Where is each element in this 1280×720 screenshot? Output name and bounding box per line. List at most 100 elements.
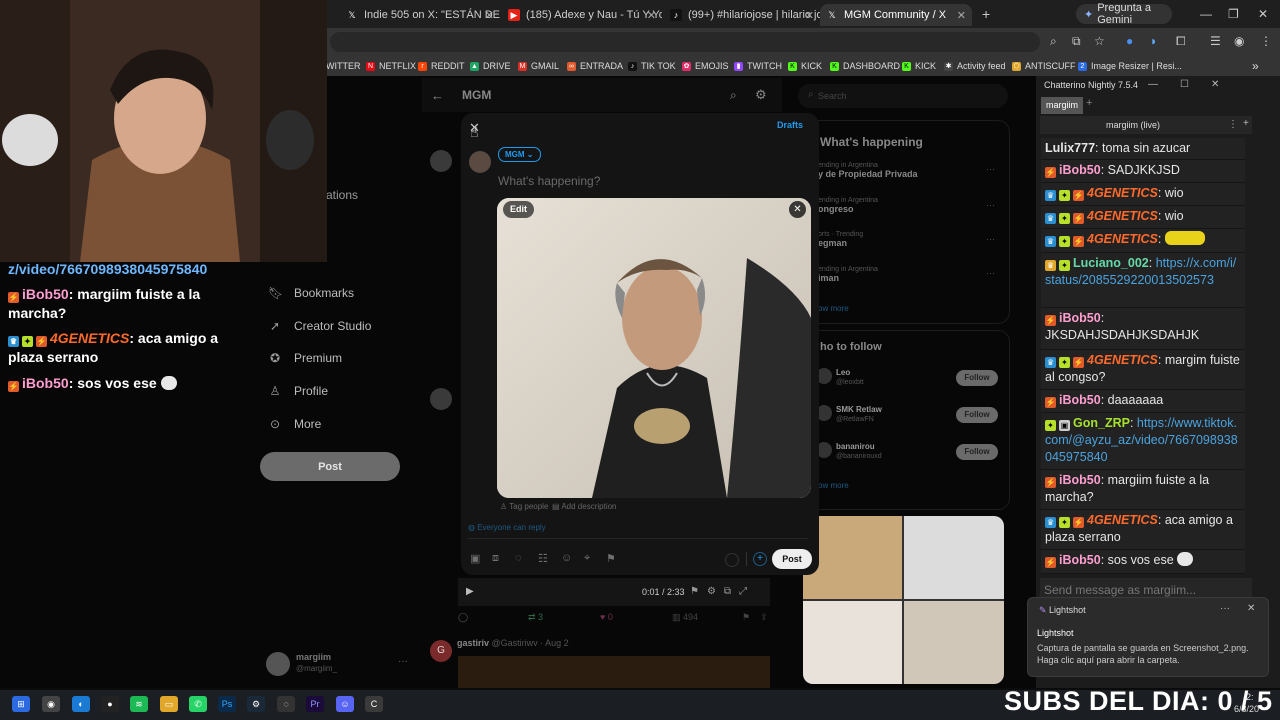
follow-button[interactable]: Follow [956,444,998,460]
post-author[interactable]: gastiriv @Gastiriwv · Aug 2 [457,638,569,648]
chatterino-tab[interactable]: margiim [1041,97,1084,114]
address-bar[interactable] [330,32,1040,52]
reply-setting[interactable]: ◍ Everyone can reply [468,523,546,532]
grok-icon[interactable]: ◌ [515,552,522,564]
bookmark-item[interactable]: ▲ DRIVE [470,58,511,74]
profile-icon[interactable]: ◉ [1234,34,1244,48]
bookmark-item[interactable]: 2 Image Resizer | Resi... [1078,58,1182,74]
bookmark-item[interactable]: WITTER [326,58,361,74]
file-explorer-icon[interactable]: ▭ [160,696,178,712]
trend-more-icon[interactable]: ··· [986,268,995,278]
edge-icon[interactable]: ◐ [72,696,90,712]
nav-item-premium[interactable]: ✪ Premium [268,347,342,369]
bookmark-item[interactable]: ✱ Activity feed [944,58,1006,74]
close-tab-icon[interactable]: ✕ [957,9,966,22]
toast-close-icon[interactable]: ✕ [1247,603,1255,614]
show-more-link[interactable]: ow more [818,304,849,313]
emoji-icon[interactable]: ☺ [561,552,572,564]
media-thumbnail[interactable] [904,516,1004,599]
steam-icon[interactable]: ⚙ [247,696,265,712]
windows-start-icon[interactable]: ⊞ [12,696,30,712]
media-thumbnail[interactable] [904,601,1004,684]
image-icon[interactable]: ▣ [470,552,480,565]
browser-tab[interactable]: ▶(185) Adexe y Nau - Tú Y Yo (Vi✕ [502,4,662,26]
search-icon[interactable]: ⌕ [730,88,737,103]
audio-extension-icon[interactable]: ◗ [1150,34,1157,48]
reply-icon[interactable]: ◯ [458,612,468,623]
spotify-icon[interactable]: ≋ [130,696,148,712]
bookmark-item[interactable]: r REDDIT [418,58,465,74]
premiere-icon[interactable]: Pr [306,696,324,712]
post-button[interactable]: Post [772,549,812,569]
nav-item-bookmarks[interactable]: 🔖︎ Bookmarks [268,282,354,304]
like-count[interactable]: ♥ 0 [600,612,613,622]
schedule-icon[interactable]: ⚑ [606,552,616,565]
extension-icon[interactable]: ● [1126,34,1133,48]
nav-item-creator-studio[interactable]: ➚ Creator Studio [268,315,371,337]
bookmark-item[interactable]: M GMAIL [518,58,559,74]
post-media[interactable] [458,656,770,688]
media-thumbnail[interactable] [803,601,902,684]
poll-icon[interactable]: ☷ [538,552,548,565]
media-grid[interactable] [803,516,1004,684]
show-more-link[interactable]: ow more [818,481,849,490]
chatterino-window-controls[interactable]: —☐✕ [1148,79,1241,90]
post-actions[interactable]: ⚑⇪ [742,612,778,623]
more-bookmarks-icon[interactable]: » [1252,58,1259,74]
audience-selector[interactable]: MGM ⌄ [498,147,541,162]
bookmark-item[interactable]: K DASHBOARD [830,58,900,74]
location-icon[interactable]: ⌖ [584,552,590,565]
bookmark-item[interactable]: ▮ TWITCH [734,58,782,74]
zoom-icon[interactable]: ⌕ [1050,34,1057,49]
nav-item-partial[interactable]: ations [326,188,358,202]
tab-search-icon[interactable]: ☰ [1210,34,1221,48]
notification-toast[interactable]: ✎ Lightshot ··· ✕ Lightshot Captura de p… [1027,597,1269,677]
photoshop-icon[interactable]: Ps [218,696,236,712]
repost-count[interactable]: ⇄ 3 [528,612,543,623]
bookmark-item[interactable]: ∞ ENTRADA [567,58,623,74]
follow-button[interactable]: Follow [956,407,998,423]
close-tab-icon[interactable]: ✕ [647,9,656,22]
edit-media-button[interactable]: Edit [503,201,534,218]
trend-item[interactable]: orts · Trending egman [818,231,863,248]
trend-item[interactable]: ending in Argentina ongreso [818,197,878,214]
gif-icon[interactable]: ⧈ [492,552,499,565]
minimize-icon[interactable]: — [1200,7,1212,21]
trend-more-icon[interactable]: ··· [986,200,995,210]
attached-video-preview[interactable]: Edit ✕ [497,198,811,498]
menu-kebab-icon[interactable]: ⋮ [1260,34,1272,48]
drafts-button[interactable]: Drafts [777,120,803,130]
bookmark-star-icon[interactable]: ☆ [1094,34,1105,48]
split-add-icon[interactable]: + [1243,118,1249,129]
add-tab-icon[interactable]: + [1086,97,1092,109]
browser-tab-active[interactable]: 𝕏 MGM Community / X ✕ [820,4,972,26]
settings-gear-icon[interactable]: ⚙ [755,87,767,103]
add-description-button[interactable]: ▤ Add description [552,502,617,511]
restore-icon[interactable]: ❐ [1228,7,1239,21]
trend-item[interactable]: ending in Argentina iman [818,266,878,283]
obs-icon[interactable]: ● [101,696,119,712]
add-post-icon[interactable]: + [753,552,767,566]
bookmark-item[interactable]: N NETFLIX [366,58,416,74]
trend-more-icon[interactable]: ··· [986,164,995,174]
chrome-icon[interactable]: ◉ [42,696,60,712]
nav-item-profile[interactable]: ♙ Profile [268,380,328,402]
app-icon[interactable]: ◌ [277,696,295,712]
gemini-button[interactable]: ✦ Pregunta a Gemini [1076,2,1172,26]
browser-tab[interactable]: ♪(99+) #hilariojose | hilario jose |✕ [664,4,820,26]
bookmark-item[interactable]: K KICK [788,58,822,74]
compose-text-input[interactable]: What's happening? [498,174,600,188]
remove-media-icon[interactable]: ✕ [789,201,806,218]
channel-menu-icon[interactable]: ⋮ [1228,119,1238,130]
play-icon[interactable]: ▶ [466,586,474,597]
toast-more-icon[interactable]: ··· [1220,603,1230,614]
video-tool-icons[interactable]: ⚑⚙⧉⤢ [690,586,755,597]
new-tab-button[interactable]: + [982,6,990,22]
bookmark-item[interactable]: ♪ TIK TOK [628,58,676,74]
trend-item[interactable]: ending in Argentina y de Propiedad Privad… [818,162,918,179]
close-window-icon[interactable]: ✕ [1258,7,1268,21]
bookmark-item[interactable]: K KICK [902,58,936,74]
extensions-puzzle-icon[interactable]: ⧠ [1176,34,1186,49]
close-tab-icon[interactable]: ✕ [805,9,814,22]
browser-tab[interactable]: 𝕏Indie 505 on X: "ESTÁN DE REG✕ [340,4,500,26]
